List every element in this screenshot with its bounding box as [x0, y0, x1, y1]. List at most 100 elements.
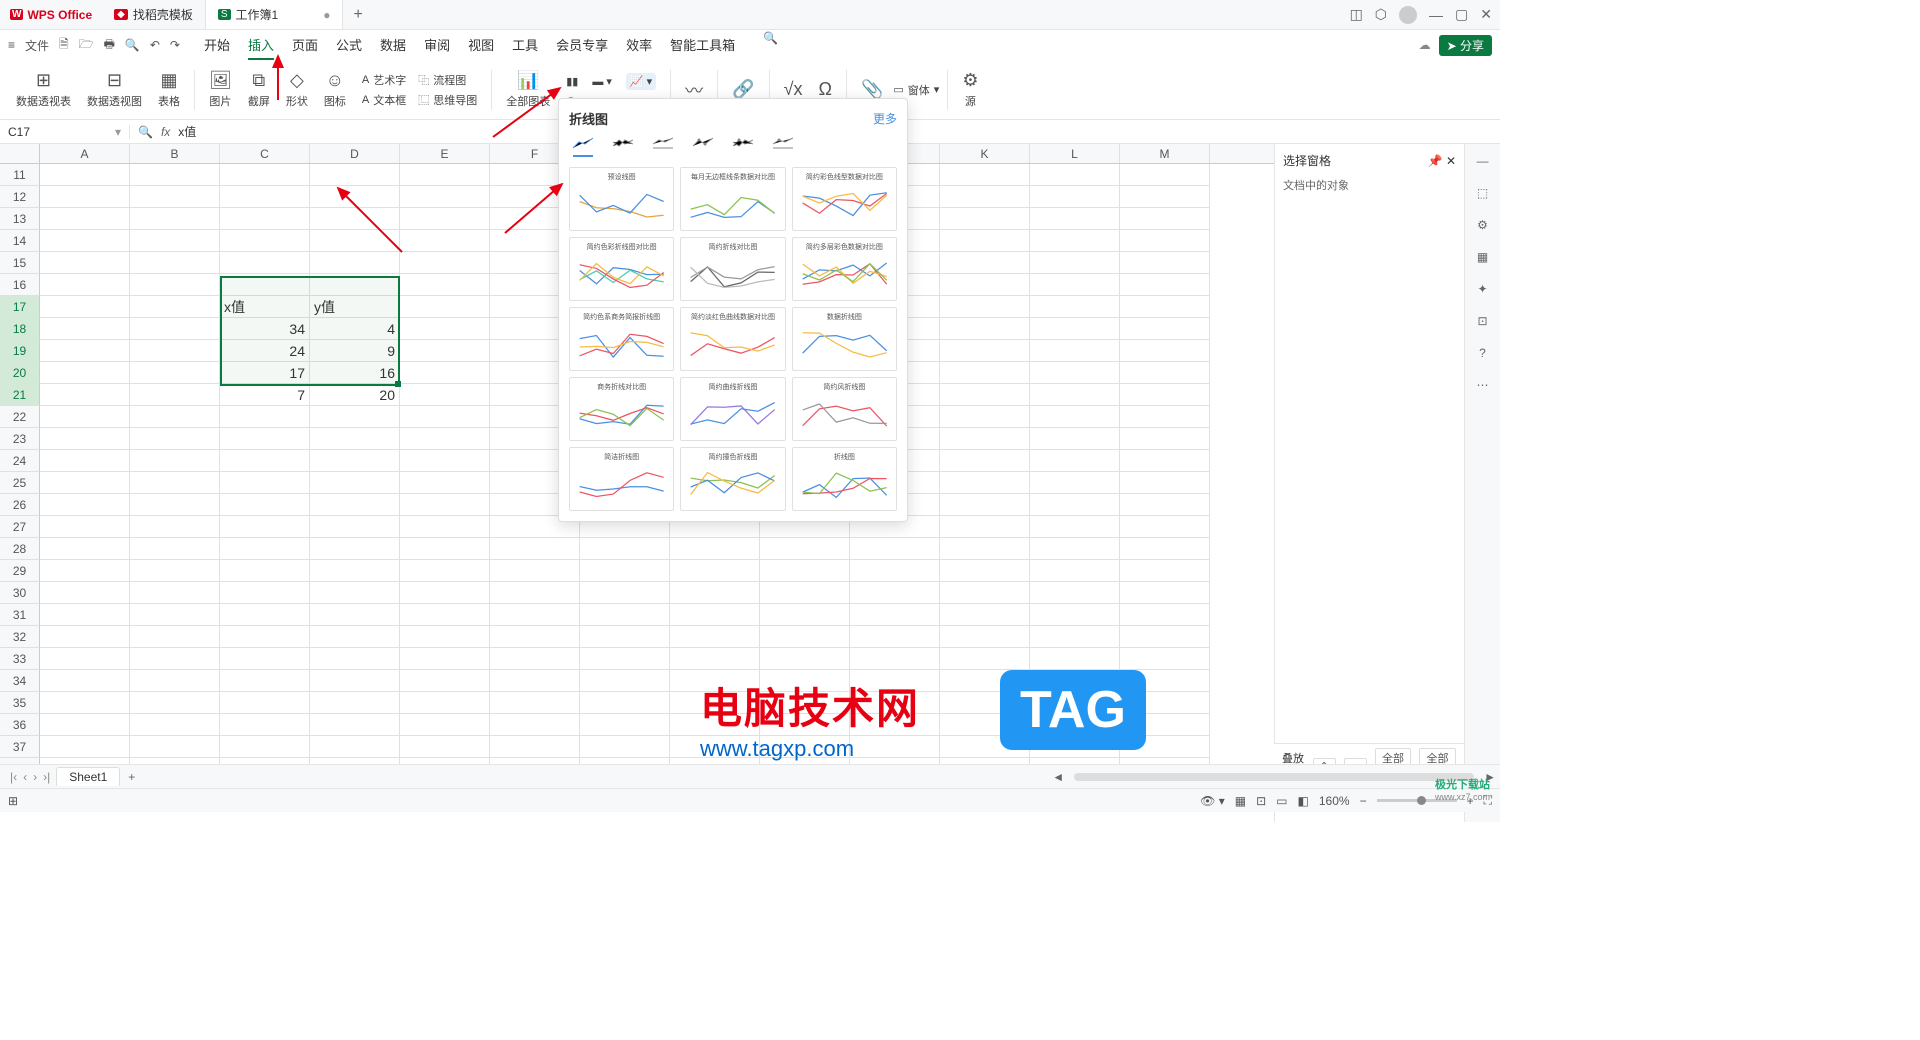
app-icon[interactable]: ◫ — [1350, 6, 1363, 23]
cell[interactable] — [40, 296, 130, 318]
row-header[interactable]: 34 — [0, 670, 40, 692]
open-icon[interactable]: 🗁 — [79, 35, 94, 56]
cell[interactable] — [670, 582, 760, 604]
select-icon[interactable]: ⬚ — [1477, 186, 1488, 200]
wordart-icon[interactable]: A — [362, 74, 369, 86]
row-header[interactable]: 19 — [0, 340, 40, 362]
row-header[interactable]: 15 — [0, 252, 40, 274]
close-icon[interactable]: ● — [323, 8, 330, 22]
cell[interactable] — [1120, 318, 1210, 340]
cell[interactable] — [850, 626, 940, 648]
cell[interactable] — [1120, 648, 1210, 670]
cell[interactable] — [1120, 538, 1210, 560]
cell[interactable] — [760, 560, 850, 582]
column-header[interactable]: D — [310, 144, 400, 163]
cell[interactable] — [940, 428, 1030, 450]
cell[interactable] — [940, 164, 1030, 186]
chart-template-thumb[interactable]: 简约撞色折线图 — [680, 447, 785, 511]
cell[interactable] — [940, 186, 1030, 208]
cell[interactable] — [940, 648, 1030, 670]
cell[interactable] — [490, 538, 580, 560]
cell[interactable] — [1030, 538, 1120, 560]
flowchart-icon[interactable]: ⿻ — [418, 72, 429, 88]
cell[interactable] — [1120, 406, 1210, 428]
cell[interactable] — [1030, 472, 1120, 494]
cell[interactable] — [1030, 494, 1120, 516]
cell[interactable] — [670, 604, 760, 626]
column-header[interactable]: M — [1120, 144, 1210, 163]
menu-start[interactable]: 开始 — [204, 31, 230, 60]
cell[interactable] — [40, 428, 130, 450]
cell[interactable]: 20 — [310, 384, 400, 406]
row-header[interactable]: 29 — [0, 560, 40, 582]
cell[interactable] — [400, 296, 490, 318]
cell[interactable] — [1120, 274, 1210, 296]
zoom-level[interactable]: 160% — [1319, 794, 1350, 808]
row-header[interactable]: 13 — [0, 208, 40, 230]
cell[interactable] — [40, 494, 130, 516]
minimize-button[interactable]: — — [1429, 7, 1443, 23]
cell[interactable] — [130, 626, 220, 648]
chart-template-thumb[interactable]: 折线图 — [792, 447, 897, 511]
cell[interactable] — [1120, 428, 1210, 450]
first-sheet-icon[interactable]: |‹ — [10, 770, 17, 784]
cell[interactable] — [1120, 296, 1210, 318]
cell[interactable] — [130, 252, 220, 274]
cell[interactable] — [220, 406, 310, 428]
cell[interactable] — [940, 274, 1030, 296]
cell[interactable] — [940, 560, 1030, 582]
cell[interactable] — [940, 472, 1030, 494]
cell[interactable] — [310, 538, 400, 560]
line-type-4-icon[interactable] — [693, 136, 713, 157]
row-header[interactable]: 32 — [0, 626, 40, 648]
cell[interactable] — [130, 560, 220, 582]
cell[interactable] — [400, 164, 490, 186]
column-header[interactable]: L — [1030, 144, 1120, 163]
view-custom-icon[interactable]: ▭ — [1276, 794, 1287, 808]
line-type-6-icon[interactable] — [773, 136, 793, 157]
search-fx-icon[interactable]: 🔍 — [138, 125, 153, 139]
cell[interactable] — [400, 692, 490, 714]
cell[interactable] — [130, 604, 220, 626]
tool3-icon[interactable]: ⊡ — [1477, 314, 1487, 328]
cell[interactable] — [490, 582, 580, 604]
cell[interactable] — [220, 692, 310, 714]
cell[interactable] — [310, 186, 400, 208]
chart-template-thumb[interactable]: 简约多层彩色数据对比图 — [792, 237, 897, 301]
cell[interactable] — [40, 164, 130, 186]
cell[interactable] — [40, 648, 130, 670]
cell[interactable] — [130, 516, 220, 538]
cell[interactable] — [310, 626, 400, 648]
cell[interactable] — [40, 318, 130, 340]
cell[interactable] — [1120, 164, 1210, 186]
row-header[interactable]: 16 — [0, 274, 40, 296]
cell[interactable] — [1030, 560, 1120, 582]
cell[interactable] — [310, 208, 400, 230]
cell[interactable] — [220, 494, 310, 516]
zoom-out-button[interactable]: − — [1360, 794, 1367, 808]
cell[interactable] — [1120, 494, 1210, 516]
cell[interactable] — [310, 494, 400, 516]
cell[interactable] — [580, 648, 670, 670]
menu-member[interactable]: 会员专享 — [556, 31, 608, 60]
cell[interactable] — [40, 626, 130, 648]
cell[interactable] — [940, 538, 1030, 560]
tab-templates[interactable]: ◆找稻壳模板 — [102, 0, 206, 29]
menu-smart[interactable]: 智能工具箱 — [670, 31, 735, 60]
print-icon[interactable]: 🖶 — [104, 35, 115, 56]
cell[interactable] — [130, 494, 220, 516]
horizontal-scrollbar[interactable] — [1074, 773, 1474, 781]
scroll-left-icon[interactable]: ◄ — [1052, 770, 1064, 784]
cell[interactable] — [940, 230, 1030, 252]
cell[interactable] — [760, 582, 850, 604]
cell[interactable] — [1030, 406, 1120, 428]
cell[interactable] — [130, 230, 220, 252]
pivot-chart-button[interactable]: ⊟数据透视图 — [81, 70, 148, 109]
cell[interactable] — [400, 626, 490, 648]
cell[interactable] — [1120, 582, 1210, 604]
cell[interactable]: x值 — [220, 296, 310, 318]
cell[interactable] — [490, 626, 580, 648]
row-header[interactable]: 33 — [0, 648, 40, 670]
chart-template-thumb[interactable]: 简约彩色线型数据对比图 — [792, 167, 897, 231]
menu-view[interactable]: 视图 — [468, 31, 494, 60]
